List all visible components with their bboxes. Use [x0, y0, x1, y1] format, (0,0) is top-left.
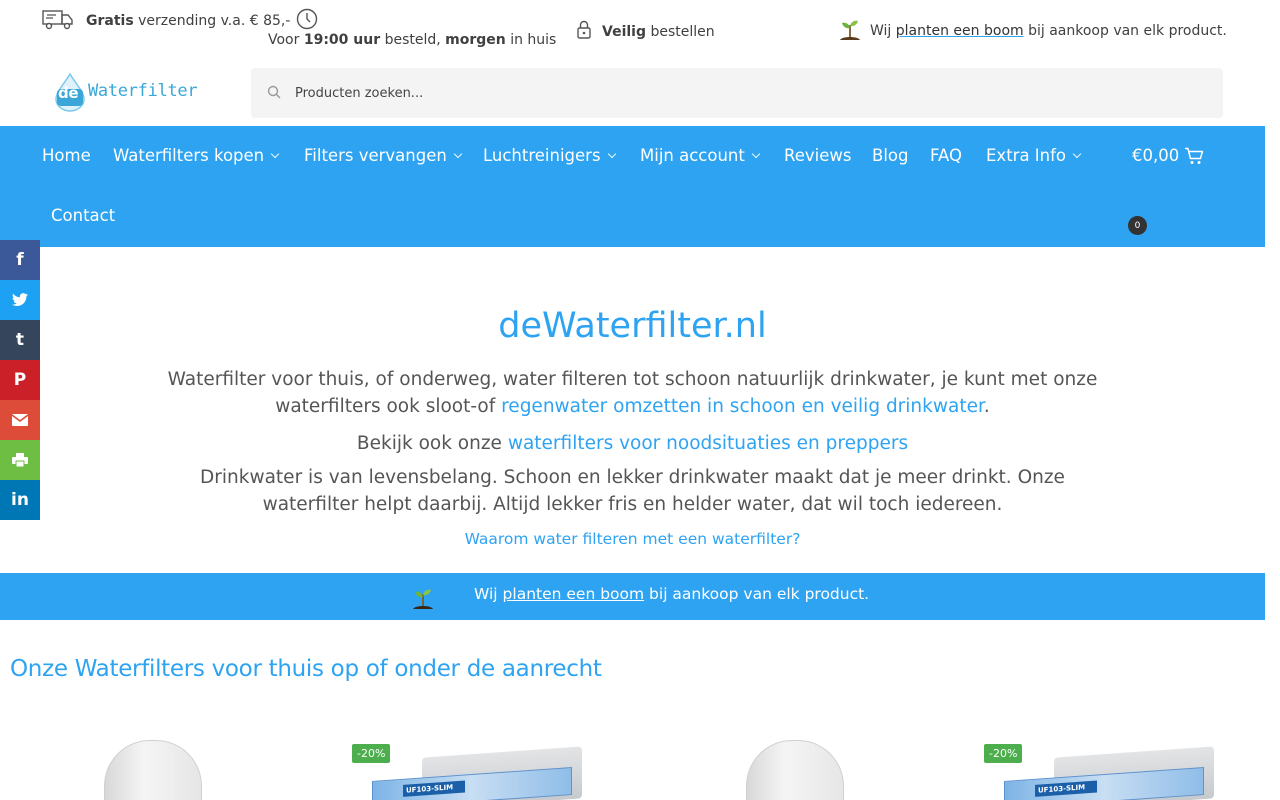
chevron-down-icon: [1072, 149, 1082, 158]
section-title: Onze Waterfilters voor thuis op of onder…: [10, 656, 602, 682]
intro-paragraph: Waterfilter voor thuis, of onderweg, wat…: [160, 366, 1105, 420]
logo-de: de: [58, 84, 79, 102]
emergency-paragraph: Bekijk ook onze waterfilters voor noodsi…: [160, 430, 1105, 457]
secure-bold: Veilig: [602, 24, 646, 40]
tree-icon: [411, 585, 435, 615]
nav-label: Filters vervangen: [304, 146, 447, 165]
facebook-icon[interactable]: f: [0, 240, 40, 280]
drinkwater-paragraph: Drinkwater is van levensbelang. Schoon e…: [200, 467, 1065, 515]
tree-link[interactable]: planten een boom: [896, 23, 1024, 39]
kit-label: UF103-SLIM: [403, 780, 465, 797]
nav-filters-vervangen[interactable]: Filters vervangen: [304, 146, 463, 165]
banner-tree-link[interactable]: planten een boom: [503, 585, 645, 603]
social-share-bar: f t P in: [0, 240, 40, 520]
nav-label: Extra Info: [986, 146, 1067, 165]
product-image[interactable]: UF103-SLIM: [352, 744, 592, 800]
search-bar: [251, 68, 1223, 118]
delivery-suffix: in huis: [510, 32, 557, 48]
chevron-down-icon: [607, 149, 616, 158]
water-drop-icon: de: [54, 72, 86, 112]
product-card[interactable]: [746, 740, 844, 800]
lock-icon: [576, 20, 592, 44]
product-image[interactable]: [746, 740, 844, 800]
banner-prefix: Wij: [474, 585, 498, 603]
usp-secure: Veilig bestellen: [576, 20, 715, 44]
delivery-text: Voor 19:00 uur besteld, morgen in huis: [268, 32, 556, 48]
mail-icon[interactable]: [0, 400, 40, 440]
tree-suffix: bij aankoop van elk product.: [1028, 23, 1227, 39]
product-image[interactable]: [104, 740, 202, 800]
chevron-down-icon: [270, 149, 280, 158]
clock-icon: [296, 8, 318, 34]
nav-label: Waterfilters kopen: [113, 146, 265, 165]
nav-label: Contact: [51, 206, 116, 225]
nav-extra-info[interactable]: Extra Info: [986, 146, 1082, 165]
emergency-text: Bekijk ook onze: [356, 433, 508, 454]
nav-reviews[interactable]: Reviews: [784, 146, 851, 165]
page-title: deWaterfilter.nl: [498, 306, 767, 346]
nav-contact[interactable]: Contact: [51, 206, 115, 225]
logo-name: Waterfilter: [88, 81, 198, 101]
tree-icon: [838, 16, 862, 46]
kit-label: UF103-SLIM: [1035, 780, 1097, 797]
nav-label: Reviews: [784, 146, 852, 165]
main-nav: [0, 126, 1265, 247]
usp-delivery: Voor 19:00 uur besteld, morgen in huis: [268, 8, 556, 52]
print-icon[interactable]: [0, 440, 40, 480]
pinterest-icon[interactable]: P: [0, 360, 40, 400]
delivery-day: morgen: [445, 32, 506, 48]
shipping-bold: Gratis: [86, 13, 134, 29]
nav-label: Mijn account: [640, 146, 745, 165]
chevron-down-icon: [453, 149, 463, 158]
cart-total: €0,00: [1132, 146, 1180, 165]
tree-banner: Wij planten een boom bij aankoop van elk…: [0, 573, 1265, 620]
nav-waterfilters-kopen[interactable]: Waterfilters kopen: [113, 146, 280, 165]
cart-icon: [1184, 147, 1204, 165]
emergency-link[interactable]: waterfilters voor noodsituaties en prepp…: [508, 433, 908, 454]
chevron-down-icon: [751, 149, 761, 158]
why-filter-link[interactable]: Waarom water filteren met een waterfilte…: [0, 530, 1265, 548]
banner-suffix: bij aankoop van elk product.: [649, 585, 870, 603]
nav-label: Home: [42, 146, 91, 165]
site-logo[interactable]: de Waterfilter: [54, 70, 200, 112]
nav-luchtreinigers[interactable]: Luchtreinigers: [483, 146, 616, 165]
search-icon[interactable]: [267, 84, 281, 103]
product-image[interactable]: UF103-SLIM: [984, 744, 1224, 800]
nav-label: FAQ: [930, 146, 962, 165]
intro-end: .: [983, 396, 990, 417]
nav-home[interactable]: Home: [42, 146, 91, 165]
product-card[interactable]: [104, 740, 202, 800]
usp-shipping: Gratis verzending v.a. € 85,-: [42, 8, 290, 34]
truck-icon: [42, 8, 74, 34]
nav-blog[interactable]: Blog: [872, 146, 908, 165]
nav-label: Luchtreinigers: [483, 146, 601, 165]
linkedin-icon[interactable]: in: [0, 480, 40, 520]
nav-label: Blog: [872, 146, 909, 165]
usp-bar: Gratis verzending v.a. € 85,- Voor 19:00…: [0, 0, 1280, 60]
delivery-time: 19:00 uur: [303, 32, 381, 48]
delivery-mid: besteld,: [384, 32, 441, 48]
nav-mijn-account[interactable]: Mijn account: [640, 146, 761, 165]
usp-tree: Wij planten een boom bij aankoop van elk…: [838, 16, 1227, 46]
secure-text: bestellen: [650, 24, 715, 40]
rainwater-link[interactable]: regenwater omzetten in schoon en veilig …: [501, 396, 984, 417]
search-input[interactable]: [295, 85, 1095, 101]
cart-button[interactable]: €0,00: [1132, 146, 1204, 165]
cart-count-badge: 0: [1128, 216, 1147, 235]
tree-banner-text: Wij planten een boom bij aankoop van elk…: [474, 585, 869, 603]
nav-faq[interactable]: FAQ: [930, 146, 962, 165]
delivery-prefix: Voor: [268, 32, 300, 48]
tree-prefix: Wij: [870, 23, 892, 39]
